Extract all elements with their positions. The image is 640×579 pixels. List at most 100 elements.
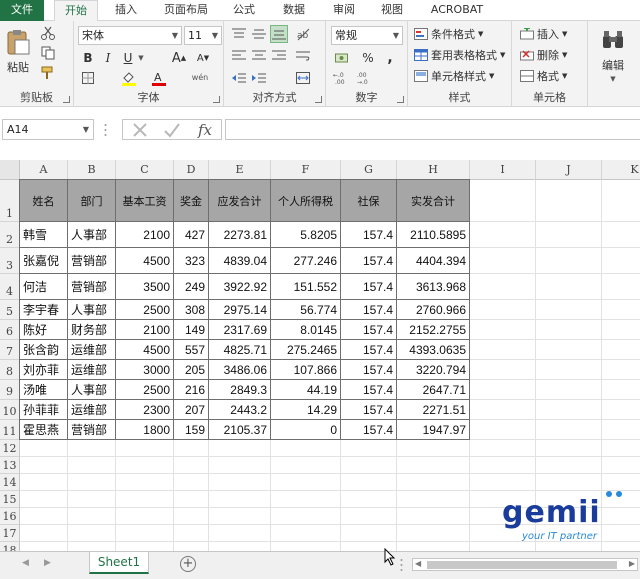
table-header-cell[interactable]: 应发合计 xyxy=(209,180,271,222)
table-cell[interactable]: 249 xyxy=(174,274,209,300)
table-cell[interactable]: 14.29 xyxy=(271,400,341,420)
row-header-2[interactable]: 2 xyxy=(0,222,20,248)
table-cell[interactable]: 157.4 xyxy=(341,300,397,320)
table-cell[interactable]: 151.552 xyxy=(271,274,341,300)
percent-button[interactable]: % xyxy=(360,49,376,67)
table-cell[interactable]: 汤唯 xyxy=(20,380,68,400)
table-cell[interactable]: 3500 xyxy=(116,274,174,300)
table-cell[interactable]: 157.4 xyxy=(341,320,397,340)
column-header-e[interactable]: E xyxy=(209,160,271,180)
currency-icon[interactable] xyxy=(332,49,354,67)
table-cell[interactable]: 277.246 xyxy=(271,248,341,274)
table-cell[interactable]: 149 xyxy=(174,320,209,340)
table-header-cell[interactable]: 奖金 xyxy=(174,180,209,222)
table-cell[interactable]: 0 xyxy=(271,420,341,440)
column-header-f[interactable]: F xyxy=(271,160,341,180)
align-middle-icon[interactable] xyxy=(250,25,268,43)
bold-button[interactable]: B xyxy=(80,49,96,67)
row-header-18[interactable]: 18 xyxy=(0,542,20,551)
column-header-h[interactable]: H xyxy=(397,160,470,180)
table-cell[interactable]: 刘亦菲 xyxy=(20,360,68,380)
sheet-tab-sheet1[interactable]: Sheet1 xyxy=(89,552,149,574)
table-cell[interactable]: 运维部 xyxy=(68,400,116,420)
table-cell[interactable]: 人事部 xyxy=(68,222,116,248)
table-cell[interactable]: 157.4 xyxy=(341,360,397,380)
column-header-i[interactable]: I xyxy=(470,160,536,180)
table-cell[interactable]: 157.4 xyxy=(341,274,397,300)
table-cell[interactable]: 2647.71 xyxy=(397,380,470,400)
insert-function-button[interactable]: fx xyxy=(193,120,217,139)
row-header-11[interactable]: 11 xyxy=(0,420,20,440)
table-cell[interactable]: 2443.2 xyxy=(209,400,271,420)
table-cell[interactable]: 陈好 xyxy=(20,320,68,340)
row-header-7[interactable]: 7 xyxy=(0,340,20,360)
table-cell[interactable]: 4393.0635 xyxy=(397,340,470,360)
table-cell[interactable]: 何洁 xyxy=(20,274,68,300)
column-header-d[interactable]: D xyxy=(174,160,209,180)
table-cell[interactable]: 3000 xyxy=(116,360,174,380)
font-grow-icon[interactable]: A ▲ xyxy=(168,49,190,67)
tab-splitter-icon[interactable] xyxy=(400,558,403,572)
table-cell[interactable]: 营销部 xyxy=(68,274,116,300)
align-top-icon[interactable] xyxy=(230,25,248,43)
next-sheet-icon[interactable]: ▶ xyxy=(44,558,51,568)
table-cell[interactable]: 人事部 xyxy=(68,300,116,320)
table-cell[interactable]: 157.4 xyxy=(341,248,397,274)
table-cell[interactable]: 56.774 xyxy=(271,300,341,320)
font-launcher-icon[interactable] xyxy=(213,96,220,103)
format-cells-button[interactable]: 格式 ▼ xyxy=(520,67,567,85)
table-header-cell[interactable]: 社保 xyxy=(341,180,397,222)
table-cell[interactable]: 1800 xyxy=(116,420,174,440)
table-cell[interactable]: 张含韵 xyxy=(20,340,68,360)
row-header-4[interactable]: 4 xyxy=(0,274,20,300)
insert-cells-button[interactable]: 插入 ▼ xyxy=(520,25,567,43)
table-cell[interactable]: 营销部 xyxy=(68,420,116,440)
font-name-select[interactable]: 宋体 ▼ xyxy=(78,26,182,45)
scroll-right-icon[interactable]: ▶ xyxy=(629,559,635,568)
table-cell[interactable]: 韩雪 xyxy=(20,222,68,248)
tab-page-layout[interactable]: 页面布局 xyxy=(156,0,216,21)
table-cell[interactable]: 44.19 xyxy=(271,380,341,400)
increase-decimal-icon[interactable]: ←.0.00 xyxy=(332,69,352,87)
table-cell[interactable]: 157.4 xyxy=(341,420,397,440)
table-cell[interactable]: 2760.966 xyxy=(397,300,470,320)
add-sheet-icon[interactable]: + xyxy=(180,556,196,572)
column-header-g[interactable]: G xyxy=(341,160,397,180)
formula-bar-grip-icon[interactable] xyxy=(104,123,107,137)
cancel-entry-icon[interactable] xyxy=(129,121,151,139)
chevron-down-icon[interactable]: ▼ xyxy=(136,49,146,67)
table-cell[interactable]: 2500 xyxy=(116,300,174,320)
border-icon[interactable] xyxy=(80,69,96,87)
table-cell[interactable]: 323 xyxy=(174,248,209,274)
table-header-cell[interactable]: 姓名 xyxy=(20,180,68,222)
table-cell[interactable]: 2110.5895 xyxy=(397,222,470,248)
row-header-9[interactable]: 9 xyxy=(0,380,20,400)
table-cell[interactable]: 4500 xyxy=(116,340,174,360)
table-cell[interactable]: 运维部 xyxy=(68,360,116,380)
alignment-launcher-icon[interactable] xyxy=(315,96,322,103)
table-cell[interactable]: 1947.97 xyxy=(397,420,470,440)
row-header-14[interactable]: 14 xyxy=(0,474,20,491)
paste-button[interactable]: 粘贴 xyxy=(2,59,34,75)
table-cell[interactable]: 157.4 xyxy=(341,222,397,248)
table-cell[interactable]: 216 xyxy=(174,380,209,400)
format-painter-icon[interactable] xyxy=(40,65,56,81)
table-cell[interactable]: 4500 xyxy=(116,248,174,274)
name-box[interactable]: A14 ▼ xyxy=(2,119,94,140)
table-cell[interactable]: 2975.14 xyxy=(209,300,271,320)
phonetic-icon[interactable]: wén xyxy=(186,67,214,87)
row-header-3[interactable]: 3 xyxy=(0,248,20,274)
increase-indent-icon[interactable] xyxy=(250,69,268,87)
previous-sheet-icon[interactable]: ◀ xyxy=(22,558,29,568)
table-cell[interactable]: 157.4 xyxy=(341,340,397,360)
table-cell[interactable]: 2300 xyxy=(116,400,174,420)
table-cell[interactable]: 2849.3 xyxy=(209,380,271,400)
paste-icon[interactable] xyxy=(4,27,32,57)
cell-styles-button[interactable]: 单元格样式 ▼ xyxy=(414,67,494,85)
align-center-icon[interactable] xyxy=(250,47,268,65)
table-cell[interactable]: 557 xyxy=(174,340,209,360)
cut-icon[interactable] xyxy=(40,25,56,41)
column-header-c[interactable]: C xyxy=(116,160,174,180)
table-cell[interactable]: 3220.794 xyxy=(397,360,470,380)
table-cell[interactable]: 运维部 xyxy=(68,340,116,360)
